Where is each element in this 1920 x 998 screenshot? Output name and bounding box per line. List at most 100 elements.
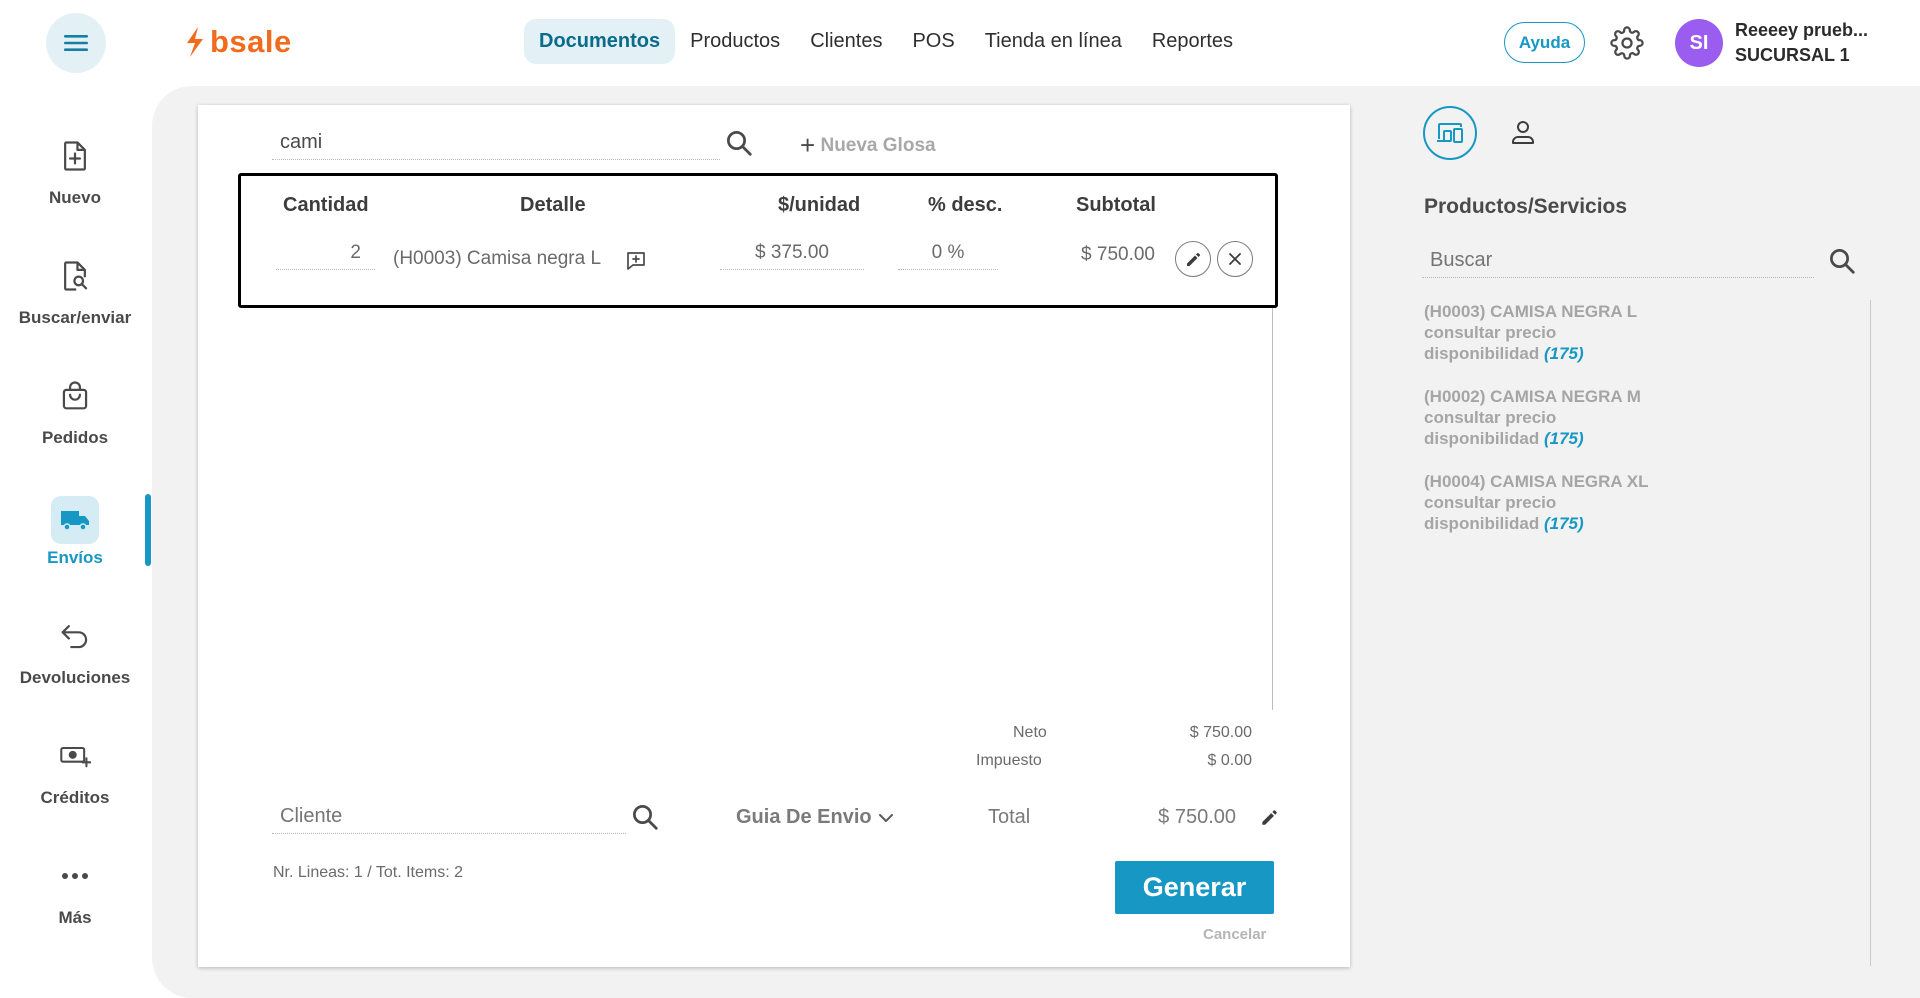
product-list-item[interactable]: (H0004) CAMISA NEGRA XL consultar precio… bbox=[1424, 471, 1649, 534]
shopping-bag-icon bbox=[55, 376, 95, 416]
tab-clients[interactable] bbox=[1496, 106, 1550, 160]
generate-button[interactable]: Generar bbox=[1115, 861, 1274, 914]
hamburger-icon bbox=[64, 35, 88, 51]
file-search-icon bbox=[55, 256, 95, 296]
sidebar-item-label: Envíos bbox=[47, 548, 103, 567]
sidebar-item-creditos[interactable]: Créditos bbox=[0, 736, 150, 836]
panel-title: Productos/Servicios bbox=[1424, 195, 1628, 218]
product-availability-label: disponibilidad bbox=[1424, 514, 1540, 533]
tab-products[interactable] bbox=[1423, 106, 1477, 160]
table-divider bbox=[1272, 308, 1273, 710]
sidebar: Nuevo Buscar/enviar Pedidos Envíos Devol… bbox=[0, 86, 150, 998]
column-header-subtotal: Subtotal bbox=[1076, 194, 1156, 216]
nav-tienda-en-linea[interactable]: Tienda en línea bbox=[970, 19, 1137, 64]
edit-line-button[interactable] bbox=[1175, 241, 1211, 277]
product-availability-label: disponibilidad bbox=[1424, 344, 1540, 363]
product-price: consultar precio bbox=[1424, 493, 1557, 512]
nav-documentos[interactable]: Documentos bbox=[524, 19, 676, 64]
sidebar-item-label: Devoluciones bbox=[19, 668, 131, 687]
panel-search-input[interactable] bbox=[1422, 244, 1814, 278]
panel-scrollbar[interactable] bbox=[1870, 300, 1871, 966]
sidebar-item-label: Créditos bbox=[40, 788, 110, 807]
chevron-down-icon bbox=[878, 813, 893, 822]
logo-text: bsale bbox=[210, 24, 292, 59]
product-list-item[interactable]: (H0003) CAMISA NEGRA L consultar precio … bbox=[1424, 301, 1637, 364]
line-quantity-input[interactable]: 2 bbox=[276, 242, 375, 270]
column-header-discount: % desc. bbox=[928, 194, 1003, 216]
edit-total-pencil-icon[interactable] bbox=[1257, 805, 1281, 829]
user-name[interactable]: Reeeey prueb... bbox=[1735, 20, 1868, 41]
sidebar-item-envios[interactable]: Envíos bbox=[0, 496, 150, 596]
product-name: (H0004) CAMISA NEGRA XL bbox=[1424, 472, 1649, 491]
user-avatar[interactable]: SI bbox=[1675, 19, 1723, 67]
nav-clientes[interactable]: Clientes bbox=[795, 19, 897, 64]
net-value: $ 750.00 bbox=[1189, 724, 1252, 741]
branch-name[interactable]: SUCURSAL 1 bbox=[1735, 45, 1850, 66]
file-plus-icon bbox=[55, 136, 95, 176]
product-price: consultar precio bbox=[1424, 408, 1557, 427]
settings-gear-icon[interactable] bbox=[1610, 26, 1644, 60]
bsale-logo[interactable]: bsale bbox=[184, 22, 292, 62]
nav-productos[interactable]: Productos bbox=[675, 19, 795, 64]
column-header-quantity: Cantidad bbox=[283, 194, 369, 216]
sidebar-item-buscar-enviar[interactable]: Buscar/enviar bbox=[0, 256, 150, 356]
sidebar-item-label: Buscar/enviar bbox=[18, 308, 132, 327]
product-name: (H0002) CAMISA NEGRA M bbox=[1424, 387, 1641, 406]
product-availability-label: disponibilidad bbox=[1424, 429, 1540, 448]
cancel-button[interactable]: Cancelar bbox=[1203, 926, 1266, 943]
client-search-icon[interactable] bbox=[628, 800, 662, 834]
net-label: Neto bbox=[1013, 724, 1047, 741]
lines-summary: Nr. Lineas: 1 / Tot. Items: 2 bbox=[273, 864, 464, 881]
truck-icon bbox=[51, 496, 99, 544]
sidebar-item-pedidos[interactable]: Pedidos bbox=[0, 376, 150, 476]
line-subtotal: $ 750.00 bbox=[1081, 244, 1155, 265]
menu-button[interactable] bbox=[46, 13, 106, 73]
money-plus-icon bbox=[55, 736, 95, 776]
devices-icon bbox=[1437, 123, 1463, 143]
pencil-icon bbox=[1187, 253, 1200, 266]
product-stock: (175) bbox=[1543, 514, 1584, 533]
return-arrow-icon bbox=[55, 616, 95, 656]
close-icon bbox=[1229, 253, 1241, 265]
sidebar-item-nuevo[interactable]: Nuevo bbox=[0, 136, 150, 236]
total-value: $ 750.00 bbox=[1158, 806, 1236, 828]
main-nav: Documentos Productos Clientes POS Tienda… bbox=[524, 19, 1248, 64]
product-search-input[interactable] bbox=[272, 126, 720, 160]
product-name: (H0003) CAMISA NEGRA L bbox=[1424, 302, 1638, 321]
more-dots-icon bbox=[55, 856, 95, 896]
logo-bolt-icon bbox=[187, 27, 203, 57]
sidebar-item-label: Nuevo bbox=[49, 188, 101, 207]
tax-label: Impuesto bbox=[976, 752, 1042, 769]
person-icon bbox=[1512, 121, 1534, 144]
sidebar-item-devoluciones[interactable]: Devoluciones bbox=[0, 616, 150, 716]
tax-value: $ 0.00 bbox=[1207, 752, 1252, 769]
product-stock: (175) bbox=[1543, 344, 1584, 363]
document-type-select[interactable]: Guia De Envio bbox=[736, 806, 894, 829]
nav-pos[interactable]: POS bbox=[897, 19, 969, 64]
line-detail: (H0003) Camisa negra L bbox=[393, 248, 602, 269]
sidebar-item-label: Más bbox=[58, 908, 92, 927]
product-price: consultar precio bbox=[1424, 323, 1557, 342]
new-glosa-label: Nueva Glosa bbox=[820, 135, 936, 156]
sidebar-item-label: Pedidos bbox=[41, 428, 109, 447]
product-stock: (175) bbox=[1543, 429, 1584, 448]
panel-search-icon[interactable] bbox=[1825, 244, 1859, 278]
product-list-item[interactable]: (H0002) CAMISA NEGRA M consultar precio … bbox=[1424, 386, 1641, 449]
remove-line-button[interactable] bbox=[1217, 241, 1253, 277]
column-header-detail: Detalle bbox=[520, 194, 586, 216]
top-bar: bsale Documentos Productos Clientes POS … bbox=[0, 0, 1920, 86]
new-glosa-button[interactable]: + Nueva Glosa bbox=[800, 130, 936, 161]
column-header-unit-price: $/unidad bbox=[778, 194, 861, 216]
client-input[interactable] bbox=[272, 800, 626, 834]
total-label: Total bbox=[988, 806, 1031, 828]
document-type-label: Guia De Envio bbox=[736, 806, 872, 828]
line-discount-input[interactable]: 0 % bbox=[898, 242, 998, 270]
active-indicator bbox=[145, 494, 151, 566]
sidebar-item-mas[interactable]: Más bbox=[0, 856, 150, 956]
help-button[interactable]: Ayuda bbox=[1504, 22, 1585, 63]
nav-reportes[interactable]: Reportes bbox=[1137, 19, 1248, 64]
add-comment-icon[interactable] bbox=[624, 249, 648, 273]
line-unit-price-input[interactable]: $ 375.00 bbox=[720, 242, 864, 270]
search-icon[interactable] bbox=[722, 126, 756, 160]
plus-icon: + bbox=[800, 130, 816, 160]
